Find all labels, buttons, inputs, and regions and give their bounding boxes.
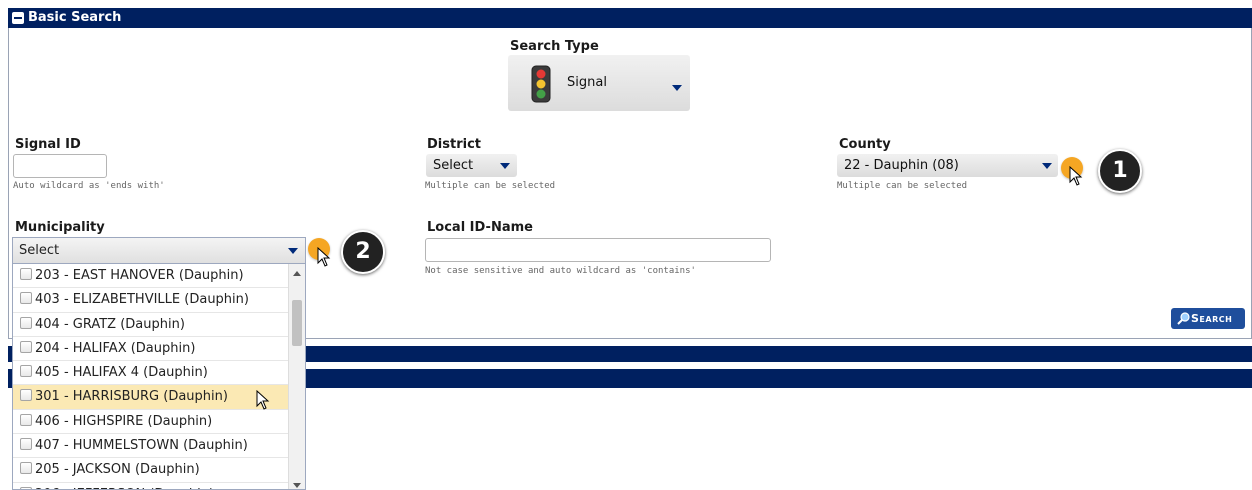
district-value: Select	[433, 158, 474, 173]
option-label: 205 - JACKSON (Dauphin)	[35, 462, 200, 478]
checkbox[interactable]	[20, 340, 32, 353]
municipality-dropdown[interactable]: Select 203 - EAST HANOVER (Dauphin) 403 -…	[12, 237, 306, 490]
chevron-down-icon	[672, 85, 682, 91]
mouse-pointer-icon	[256, 390, 270, 410]
scroll-up-icon[interactable]	[293, 271, 301, 276]
chevron-down-icon	[1042, 163, 1052, 169]
municipality-option[interactable]: 203 - EAST HANOVER (Dauphin)	[13, 264, 289, 289]
municipality-option[interactable]: 406 - HIGHSPIRE (Dauphin)	[13, 410, 289, 435]
county-hint: Multiple can be selected	[837, 181, 968, 191]
search-button[interactable]: Search	[1171, 308, 1245, 329]
mouse-pointer-icon	[1069, 166, 1083, 186]
option-label: 405 - HALIFAX 4 (Dauphin)	[35, 365, 208, 381]
option-label: 301 - HARRISBURG (Dauphin)	[35, 389, 228, 405]
mouse-pointer-icon	[317, 247, 331, 267]
checkbox[interactable]	[20, 438, 32, 451]
chevron-down-icon	[288, 248, 298, 254]
option-label: 407 - HUMMELSTOWN (Dauphin)	[35, 438, 248, 454]
local-id-input[interactable]	[425, 238, 771, 262]
search-type-value: Signal	[567, 75, 607, 90]
county-select[interactable]: 22 - Dauphin (08)	[837, 154, 1058, 177]
basic-search-header[interactable]: Basic Search	[8, 8, 1252, 28]
search-button-label: Search	[1191, 312, 1233, 325]
callout-number: 1	[1098, 149, 1142, 193]
search-type-select[interactable]: Signal	[508, 55, 690, 111]
signal-id-input[interactable]	[13, 154, 107, 178]
checkbox[interactable]	[20, 389, 32, 402]
checkbox[interactable]	[20, 316, 32, 329]
scroll-down-icon[interactable]	[293, 483, 301, 488]
municipality-option[interactable]: 405 - HALIFAX 4 (Dauphin)	[13, 361, 289, 386]
panel-title: Basic Search	[28, 10, 122, 25]
traffic-light-icon	[531, 65, 551, 103]
municipality-option[interactable]: 407 - HUMMELSTOWN (Dauphin)	[13, 434, 289, 459]
chevron-down-icon	[500, 163, 510, 169]
district-select[interactable]: Select	[426, 154, 517, 177]
search-type-label: Search Type	[510, 39, 599, 54]
option-label: 403 - ELIZABETHVILLE (Dauphin)	[35, 292, 249, 308]
county-value: 22 - Dauphin (08)	[844, 158, 959, 173]
district-hint: Multiple can be selected	[425, 181, 556, 191]
signal-id-label: Signal ID	[15, 137, 81, 152]
option-label: 204 - HALIFAX (Dauphin)	[35, 340, 196, 356]
county-label: County	[839, 137, 891, 152]
search-icon	[1177, 312, 1190, 325]
municipality-option[interactable]: 206 - JEFFERSON (Dauphin)	[13, 483, 289, 489]
municipality-value: Select	[19, 243, 60, 258]
option-label: 404 - GRATZ (Dauphin)	[35, 316, 185, 332]
option-label: 203 - EAST HANOVER (Dauphin)	[35, 268, 244, 283]
scrollbar[interactable]	[288, 264, 305, 489]
municipality-option[interactable]: 301 - HARRISBURG (Dauphin)	[13, 385, 289, 410]
collapse-icon[interactable]	[12, 12, 24, 24]
option-label: 406 - HIGHSPIRE (Dauphin)	[35, 413, 213, 429]
local-id-label: Local ID-Name	[427, 220, 533, 235]
checkbox[interactable]	[20, 462, 32, 475]
local-id-hint: Not case sensitive and auto wildcard as …	[425, 266, 696, 276]
municipality-option[interactable]: 204 - HALIFAX (Dauphin)	[13, 337, 289, 362]
municipality-option[interactable]: 403 - ELIZABETHVILLE (Dauphin)	[13, 288, 289, 313]
scrollbar-thumb[interactable]	[292, 300, 302, 346]
municipality-option[interactable]: 404 - GRATZ (Dauphin)	[13, 313, 289, 337]
checkbox[interactable]	[20, 268, 32, 280]
municipality-select[interactable]: Select	[13, 238, 305, 264]
checkbox[interactable]	[20, 292, 32, 305]
municipality-options: 203 - EAST HANOVER (Dauphin) 403 - ELIZAB…	[13, 264, 289, 489]
checkbox[interactable]	[20, 365, 32, 378]
signal-id-hint: Auto wildcard as 'ends with'	[13, 181, 165, 191]
district-label: District	[427, 137, 481, 152]
municipality-option[interactable]: 205 - JACKSON (Dauphin)	[13, 458, 289, 483]
callout-number: 2	[341, 230, 385, 274]
municipality-label: Municipality	[15, 220, 105, 235]
checkbox[interactable]	[20, 413, 32, 426]
